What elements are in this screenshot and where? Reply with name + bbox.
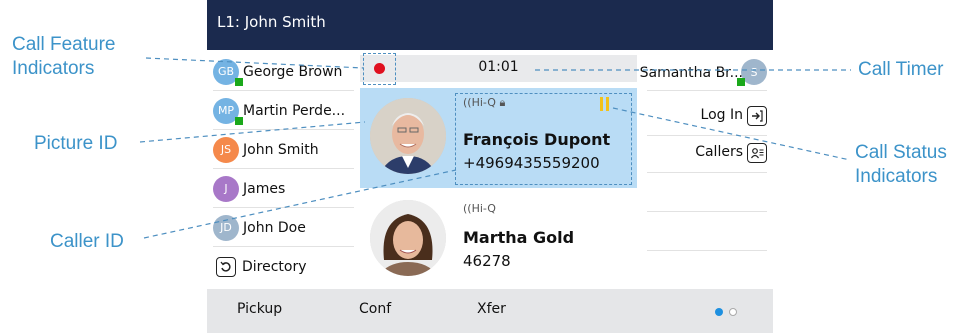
- callout-call-timer: Call Timer: [858, 59, 944, 80]
- picture-id-francois: [370, 98, 446, 174]
- line-key-label: Callers: [695, 144, 743, 160]
- softkey-conf[interactable]: Conf: [359, 301, 391, 317]
- avatar-initials: JS: [220, 143, 232, 156]
- line-key-label: Martin Perde...: [243, 102, 346, 119]
- held-call-card[interactable]: ((Hi-Q Martha Gold 46278: [360, 194, 637, 287]
- line-key-label: James: [243, 180, 286, 197]
- line-key-label: George Brown: [243, 63, 343, 80]
- line-title: L1: John Smith: [217, 13, 326, 31]
- call-info-strip: 01:01: [360, 55, 637, 82]
- line-key-samantha-br[interactable]: Samantha Br... S: [637, 52, 773, 91]
- callout-line-1: Call Status: [855, 142, 947, 163]
- line-key-callers[interactable]: Callers: [637, 134, 773, 173]
- presence-indicator: [737, 78, 745, 86]
- right-key-panel: Samantha Br... S Log In Callers: [637, 52, 773, 287]
- avatar-initials: JD: [220, 221, 232, 234]
- line-key-label: Samantha Br...: [639, 65, 743, 81]
- page-indicator-inactive[interactable]: [729, 308, 737, 316]
- line-key-label: Log In: [700, 107, 743, 123]
- avatar: JS: [213, 136, 239, 163]
- line-key-label: John Smith: [243, 141, 319, 158]
- line-key-directory[interactable]: Directory: [207, 247, 360, 286]
- avatar-initials: GB: [217, 65, 235, 78]
- softkey-pickup[interactable]: Pickup: [237, 301, 282, 317]
- callout-line-2: Indicators: [12, 58, 95, 79]
- hiq-audio-icon: ((Hi-Q: [463, 202, 496, 215]
- feature-indicator-highlight: [363, 53, 396, 85]
- avatar: S: [737, 59, 767, 86]
- line-key-john-smith[interactable]: JS John Smith: [207, 130, 360, 169]
- directory-icon: [216, 256, 236, 277]
- caller-id-highlight: [455, 93, 632, 185]
- line-key-john-doe[interactable]: JD John Doe: [207, 208, 360, 247]
- call-timer: 01:01: [478, 59, 519, 75]
- callout-call-feature-indicators: Call Feature Indicators: [12, 33, 116, 81]
- caller-name: Martha Gold: [463, 228, 575, 247]
- empty-key[interactable]: [637, 212, 773, 251]
- divider: [647, 90, 767, 91]
- callout-caller-id: Caller ID: [50, 231, 124, 252]
- caller-number: 46278: [463, 252, 511, 270]
- callout-line-2: Indicators: [855, 166, 938, 187]
- avatar-initials: MP: [217, 104, 235, 117]
- callout-picture-id: Picture ID: [34, 133, 118, 154]
- login-icon: [747, 106, 767, 126]
- softkey-bar: Pickup Conf Xfer: [207, 289, 773, 333]
- line-key-label: John Doe: [243, 219, 306, 236]
- avatar-initials: S: [750, 65, 758, 79]
- avatar: GB: [213, 58, 243, 86]
- line-key-george-brown[interactable]: GB George Brown: [207, 52, 360, 91]
- avatar: J: [213, 175, 239, 202]
- hiq-label: Hi-Q: [471, 202, 496, 215]
- line-key-james[interactable]: J James: [207, 169, 360, 208]
- title-bar: L1: John Smith: [207, 0, 773, 50]
- page-indicator-active[interactable]: [715, 308, 723, 316]
- callout-call-status-indicators: Call Status Indicators: [855, 141, 947, 189]
- callout-line-1: Call Feature: [12, 34, 116, 55]
- callers-icon: [747, 143, 767, 163]
- line-key-martin-perde[interactable]: MP Martin Perde...: [207, 91, 360, 130]
- line-key-log-in[interactable]: Log In: [637, 97, 773, 136]
- left-key-panel: GB George Brown MP Martin Perde... JS Jo…: [207, 52, 360, 287]
- empty-key[interactable]: [637, 173, 773, 212]
- avatar: MP: [213, 97, 243, 125]
- avatar-initials: J: [224, 182, 228, 195]
- presence-indicator: [235, 116, 243, 125]
- divider: [647, 250, 767, 251]
- avatar: JD: [213, 214, 239, 241]
- line-key-label: Directory: [242, 258, 307, 275]
- picture-id-martha: [370, 200, 446, 276]
- softkey-xfer[interactable]: Xfer: [477, 301, 506, 317]
- presence-indicator: [235, 77, 243, 86]
